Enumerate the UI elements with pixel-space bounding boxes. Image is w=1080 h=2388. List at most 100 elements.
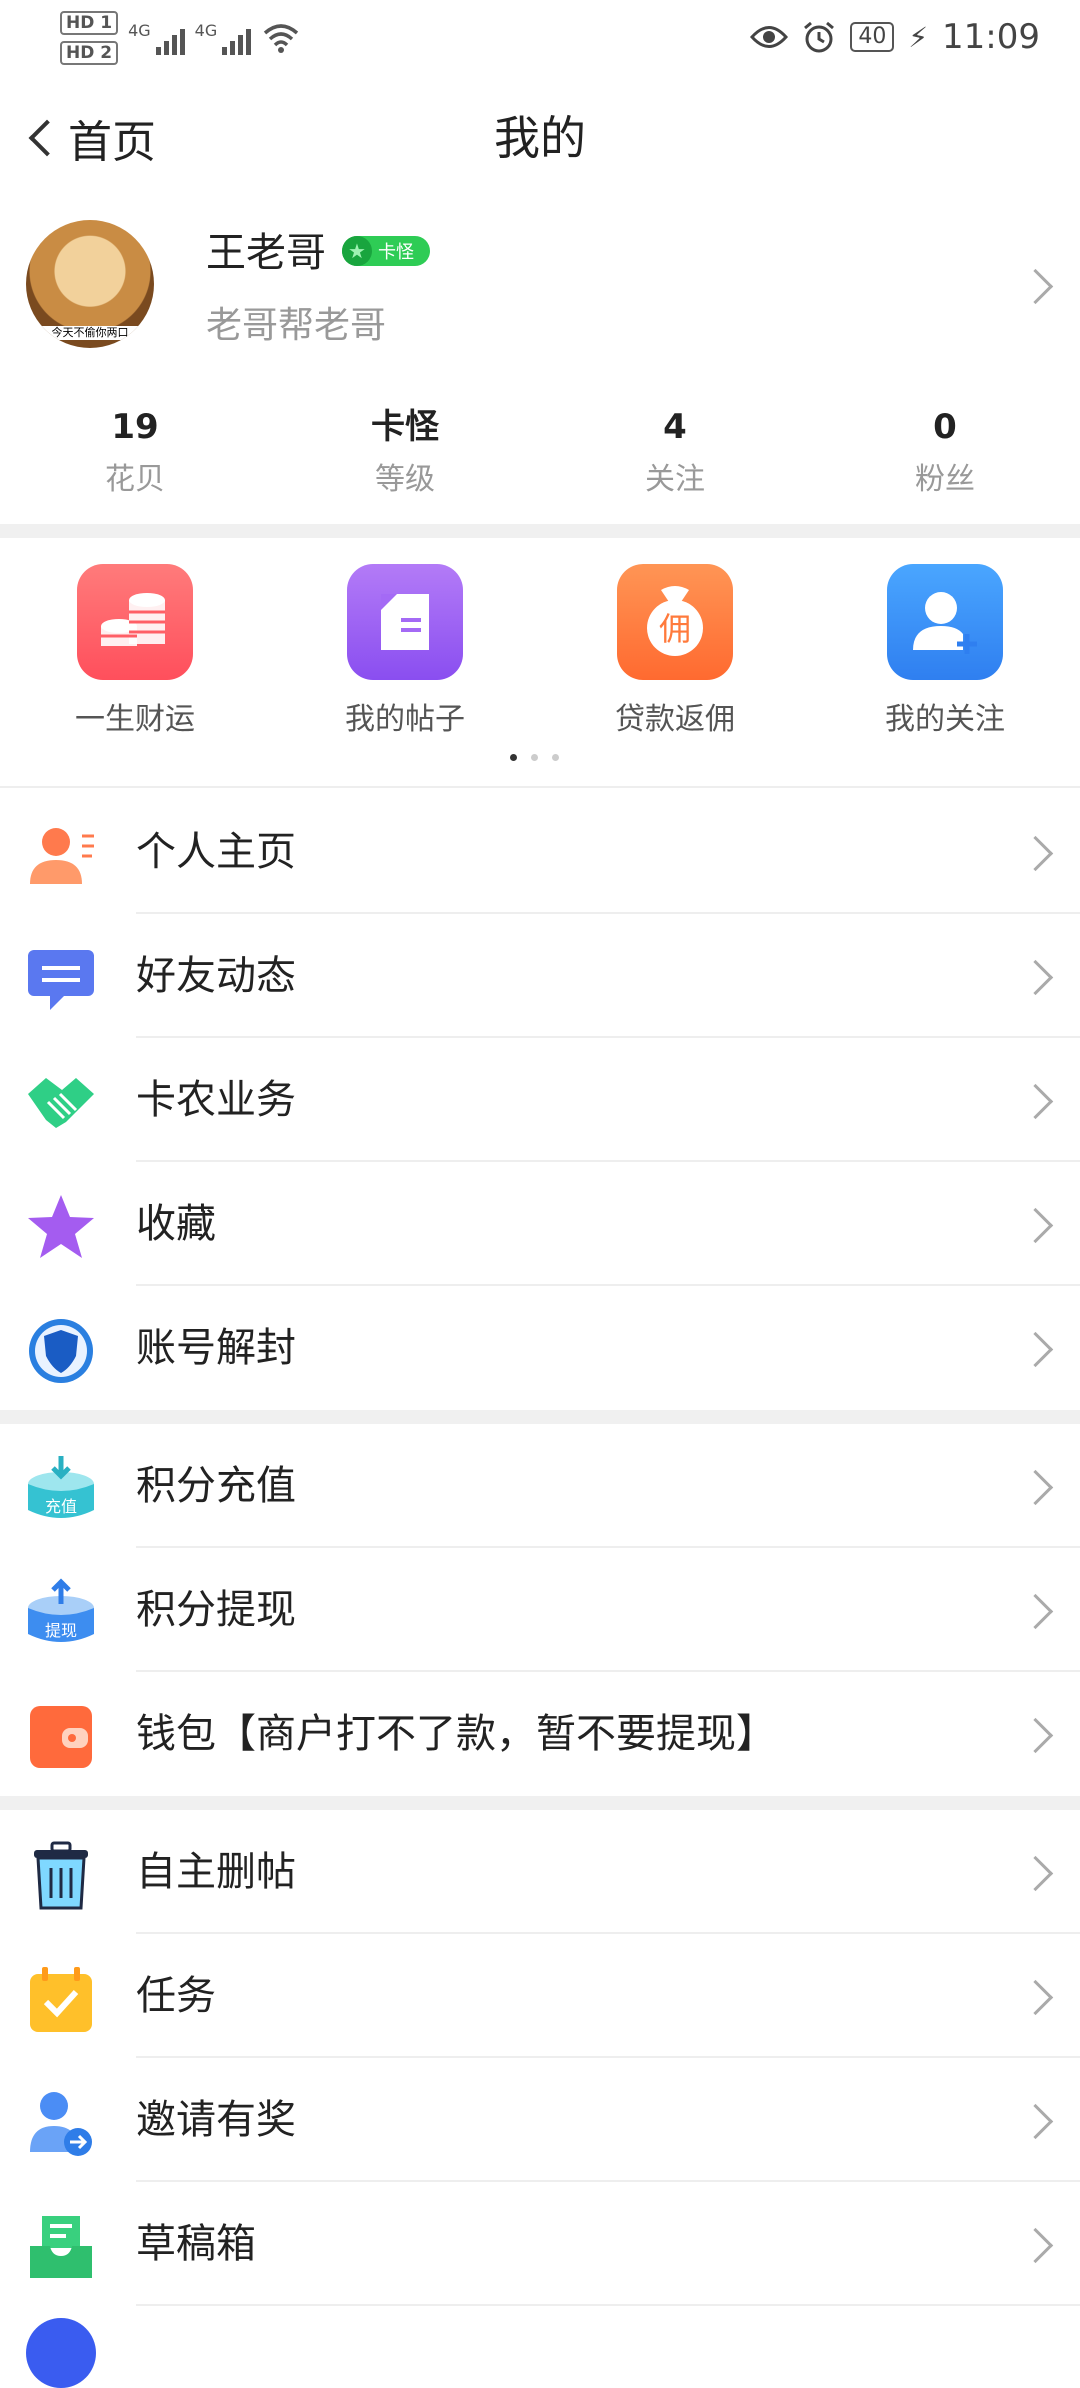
signal-2-icon: 4G: [195, 21, 252, 55]
wifi-icon: [264, 24, 299, 53]
stat-value: 19: [111, 407, 159, 447]
chevron-right-icon: [1017, 1083, 1054, 1120]
chevron-right-icon: [1017, 1469, 1054, 1506]
stat-fans[interactable]: 0 粉丝: [810, 402, 1080, 508]
chevron-right-icon: [1017, 1855, 1054, 1892]
invite-icon: [30, 2092, 92, 2156]
chevron-right-icon: [1017, 1331, 1054, 1368]
quick-action-fortune[interactable]: 一生财运: [0, 564, 270, 738]
quick-action-label: 我的关注: [885, 702, 1005, 737]
menu-item-label: 个人主页: [136, 829, 296, 875]
menu-item-recharge[interactable]: 充值 积分充值: [0, 1424, 1080, 1548]
chevron-right-icon: [1017, 2227, 1054, 2264]
stat-label: 粉丝: [915, 462, 975, 497]
menu-item-business[interactable]: 卡农业务: [0, 1038, 1080, 1162]
quick-action-label: 一生财运: [75, 702, 195, 737]
chevron-right-icon: [1017, 268, 1054, 305]
divider: [0, 786, 1080, 788]
eye-icon: [750, 26, 789, 48]
battery-indicator: 40: [850, 22, 895, 52]
star-icon: ★: [342, 236, 372, 266]
person-icon: [30, 828, 94, 884]
level-badge: ★ 卡怪: [342, 236, 430, 266]
draft-icon: [30, 2216, 92, 2278]
menu-item-label: 收藏: [136, 1201, 216, 1247]
charging-icon: ⚡: [908, 20, 929, 54]
stat-level[interactable]: 卡怪 等级: [270, 402, 540, 508]
username: 王老哥: [206, 230, 326, 276]
money-bag-icon: 佣: [617, 564, 733, 680]
quick-action-following[interactable]: 我的关注: [810, 564, 1080, 738]
alarm-icon: [804, 21, 835, 53]
add-user-icon: [887, 564, 1003, 680]
quick-action-commission[interactable]: 佣 贷款返佣: [540, 564, 810, 738]
menu-item-label: 账号解封: [136, 1325, 296, 1371]
row-divider: [136, 2304, 1080, 2306]
quick-action-label: 贷款返佣: [615, 702, 735, 737]
menu-item-label: 积分提现: [136, 1587, 296, 1633]
hd1-badge: HD 1: [60, 11, 119, 35]
section-divider: [0, 1796, 1080, 1810]
menu-item-label: 钱包【商户打不了款，暂不要提现】: [136, 1711, 776, 1757]
stat-value: 卡怪: [371, 407, 439, 447]
coins-icon: [77, 564, 193, 680]
stat-following[interactable]: 4 关注: [540, 402, 810, 508]
level-badge-label: 卡怪: [378, 242, 414, 263]
recharge-icon: 充值: [28, 1456, 94, 1518]
status-bar: HD 1 HD 2 4G 4G 40 ⚡ 11:09: [0, 0, 1080, 75]
quick-action-posts[interactable]: 我的帖子: [270, 564, 540, 738]
chevron-right-icon: [1017, 1979, 1054, 2016]
chevron-right-icon: [1017, 1717, 1054, 1754]
menu-item-withdraw[interactable]: 提现 积分提现: [0, 1548, 1080, 1672]
page-title: 我的: [494, 111, 586, 165]
handshake-icon: [28, 1078, 94, 1128]
menu-item-label: 草稿箱: [136, 2221, 256, 2267]
menu-item-tasks[interactable]: 任务: [0, 1934, 1080, 2058]
stat-label: 等级: [375, 462, 435, 497]
chevron-right-icon: [1017, 1207, 1054, 1244]
svg-text:佣: 佣: [659, 610, 691, 648]
menu-item-label: 积分充值: [136, 1463, 296, 1509]
recharge-badge: 充值: [45, 1497, 77, 1516]
menu-item-invite[interactable]: 邀请有奖: [0, 2058, 1080, 2182]
menu-item-unban[interactable]: 账号解封: [0, 1286, 1080, 1410]
menu-item-friend-feed[interactable]: 好友动态: [0, 914, 1080, 1038]
task-icon: [30, 1967, 92, 2032]
menu-item-label: 好友动态: [136, 953, 296, 999]
post-icon: [347, 564, 463, 680]
chevron-right-icon: [1017, 2103, 1054, 2140]
signal-1-icon: 4G: [128, 21, 185, 55]
trash-icon: [34, 1841, 88, 1910]
menu-item-label: 邀请有奖: [136, 2097, 296, 2143]
shield-icon: [29, 1319, 93, 1383]
user-signature: 老哥帮老哥: [206, 305, 387, 346]
clock: 11:09: [942, 17, 1040, 57]
menu-item-delete-posts[interactable]: 自主删帖: [0, 1810, 1080, 1934]
menu-item-profile[interactable]: 个人主页: [0, 790, 1080, 914]
quick-action-label: 我的帖子: [345, 702, 465, 737]
next-item-icon: [26, 2318, 96, 2388]
chevron-right-icon: [1017, 835, 1054, 872]
stat-flowers[interactable]: 19 花贝: [0, 402, 270, 508]
menu-item-drafts[interactable]: 草稿箱: [0, 2182, 1080, 2306]
status-right: 40 ⚡ 11:09: [750, 12, 1040, 62]
menu-item-label: 卡农业务: [136, 1077, 296, 1123]
stat-label: 关注: [645, 462, 705, 497]
profile-card[interactable]: 今天不偷你两口 王老哥 ★ 卡怪 老哥帮老哥: [0, 200, 1080, 370]
stat-value: 0: [933, 407, 957, 447]
wallet-icon: [30, 1706, 92, 1768]
avatar: 今天不偷你两口: [26, 220, 154, 348]
menu-item-favorites[interactable]: 收藏: [0, 1162, 1080, 1286]
menu-item-label: 自主删帖: [136, 1849, 296, 1895]
star-icon: [28, 1195, 94, 1258]
menu-item-label: 任务: [136, 1973, 216, 2019]
page-indicator: [510, 754, 559, 761]
withdraw-badge: 提现: [45, 1621, 77, 1640]
chevron-right-icon: [1017, 959, 1054, 996]
stat-label: 花贝: [105, 462, 165, 497]
hd2-badge: HD 2: [60, 41, 119, 65]
chevron-right-icon: [1017, 1593, 1054, 1630]
chat-icon: [28, 950, 94, 1010]
menu-item-wallet[interactable]: 钱包【商户打不了款，暂不要提现】: [0, 1672, 1080, 1796]
section-divider: [0, 524, 1080, 538]
